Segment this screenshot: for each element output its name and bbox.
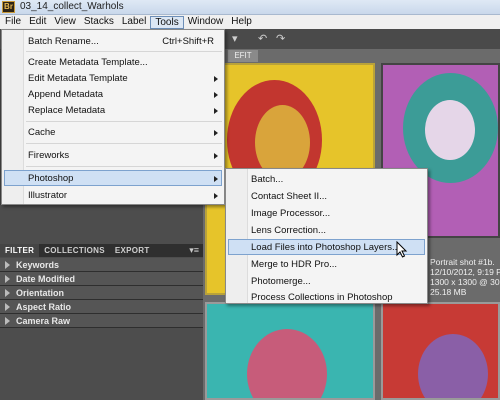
submenu-item-process-collections[interactable]: Process Collections in Photoshop (251, 292, 393, 303)
menu-file[interactable]: File (1, 16, 25, 29)
menu-separator (26, 143, 222, 144)
filter-label: Keywords (16, 259, 60, 270)
expand-arrow-icon (5, 260, 10, 269)
menu-label[interactable]: Label (118, 16, 150, 29)
mouse-cursor-icon (396, 241, 408, 258)
menu-bar: File Edit View Stacks Label Tools Window… (0, 15, 500, 29)
submenu-arrow-icon (214, 130, 218, 136)
menu-stacks[interactable]: Stacks (80, 16, 118, 29)
submenu-item-batch[interactable]: Batch... (251, 174, 283, 185)
expand-arrow-icon (5, 274, 10, 283)
submenu-item-load-files-into-layers[interactable]: Load Files into Photoshop Layers... (251, 242, 400, 253)
submenu-item-photomerge[interactable]: Photomerge... (251, 276, 311, 287)
thumb-filesize: 25.18 MB (430, 287, 467, 297)
submenu-arrow-icon (214, 176, 218, 182)
thumbnail-3[interactable] (205, 302, 375, 400)
portrait-image (418, 334, 488, 398)
menu-separator (26, 121, 222, 122)
rotate-left-icon[interactable]: ↶ (258, 32, 267, 46)
thumb-date: 12/10/2012, 9:19 P (430, 267, 500, 277)
menu-item-photoshop[interactable]: Photoshop (28, 173, 73, 184)
menu-item-fireworks[interactable]: Fireworks (28, 150, 69, 161)
submenu-arrow-icon (214, 108, 218, 114)
menu-edit[interactable]: Edit (25, 16, 50, 29)
thumb-dimensions: 1300 x 1300 @ 30 (430, 277, 500, 287)
filter-label: Camera Raw (16, 315, 71, 326)
filter-aspect-ratio[interactable]: Aspect Ratio (0, 300, 203, 314)
rotate-right-icon[interactable]: ↷ (276, 32, 285, 46)
submenu-item-contact-sheet[interactable]: Contact Sheet II... (251, 191, 327, 202)
submenu-item-image-processor[interactable]: Image Processor... (251, 208, 330, 219)
menu-tools[interactable]: Tools (150, 15, 184, 29)
submenu-item-merge-to-hdr[interactable]: Merge to HDR Pro... (251, 259, 337, 270)
photoshop-submenu: Batch... Contact Sheet II... Image Proce… (225, 168, 428, 304)
tab-collections[interactable]: COLLECTIONS (39, 246, 110, 255)
filter-keywords[interactable]: Keywords (0, 258, 203, 272)
menu-item-replace-metadata[interactable]: Replace Metadata (28, 105, 105, 116)
dropdown-chevron-icon[interactable]: ▾ (232, 32, 238, 46)
filter-camera-raw[interactable]: Camera Raw (0, 314, 203, 328)
submenu-item-lens-correction[interactable]: Lens Correction... (251, 225, 326, 236)
menu-item-edit-metadata-template[interactable]: Edit Metadata Template (28, 73, 128, 84)
tab-export[interactable]: EXPORT (110, 246, 155, 255)
expand-arrow-icon (5, 288, 10, 297)
tab-filter[interactable]: FILTER (0, 244, 40, 257)
menu-window[interactable]: Window (184, 16, 228, 29)
filter-label: Orientation (16, 287, 65, 298)
menu-item-illustrator[interactable]: Illustrator (28, 190, 67, 201)
menu-item-cache[interactable]: Cache (28, 127, 55, 138)
filter-orientation[interactable]: Orientation (0, 286, 203, 300)
thumb-name: Portrait shot #1b. (430, 257, 495, 267)
menu-item-append-metadata[interactable]: Append Metadata (28, 89, 103, 100)
panel-menu-icon[interactable]: ▾≡ (189, 245, 199, 256)
title-bar: Br 03_14_collect_Warhols (0, 0, 500, 15)
menu-separator (26, 51, 222, 52)
bridge-app-icon: Br (2, 1, 15, 13)
menu-item-batch-rename[interactable]: Batch Rename... (28, 36, 99, 47)
menu-gutter (226, 169, 248, 303)
menu-view[interactable]: View (50, 16, 80, 29)
menu-separator (26, 166, 222, 167)
shortcut-batch-rename: Ctrl+Shift+R (162, 36, 214, 47)
expand-arrow-icon (5, 316, 10, 325)
thumbnail-4[interactable] (381, 302, 500, 400)
menu-item-create-metadata-template[interactable]: Create Metadata Template... (28, 57, 148, 68)
menu-help[interactable]: Help (227, 16, 256, 29)
filter-label: Aspect Ratio (16, 301, 72, 312)
filter-date-modified[interactable]: Date Modified (0, 272, 203, 286)
portrait-image (247, 329, 327, 398)
panel-tabs: FILTER COLLECTIONS EXPORT ▾≡ (0, 244, 203, 257)
filter-label: Date Modified (16, 273, 76, 284)
expand-arrow-icon (5, 302, 10, 311)
tools-menu: Batch Rename... Ctrl+Shift+R Create Meta… (1, 29, 225, 205)
filter-list: Keywords Date Modified Orientation Aspec… (0, 258, 203, 328)
submenu-arrow-icon (214, 153, 218, 159)
content-tab[interactable]: EFIT (228, 50, 258, 62)
submenu-arrow-icon (214, 92, 218, 98)
submenu-arrow-icon (214, 76, 218, 82)
submenu-arrow-icon (214, 193, 218, 199)
window-title: 03_14_collect_Warhols (20, 1, 124, 12)
portrait-image-face (425, 100, 475, 160)
